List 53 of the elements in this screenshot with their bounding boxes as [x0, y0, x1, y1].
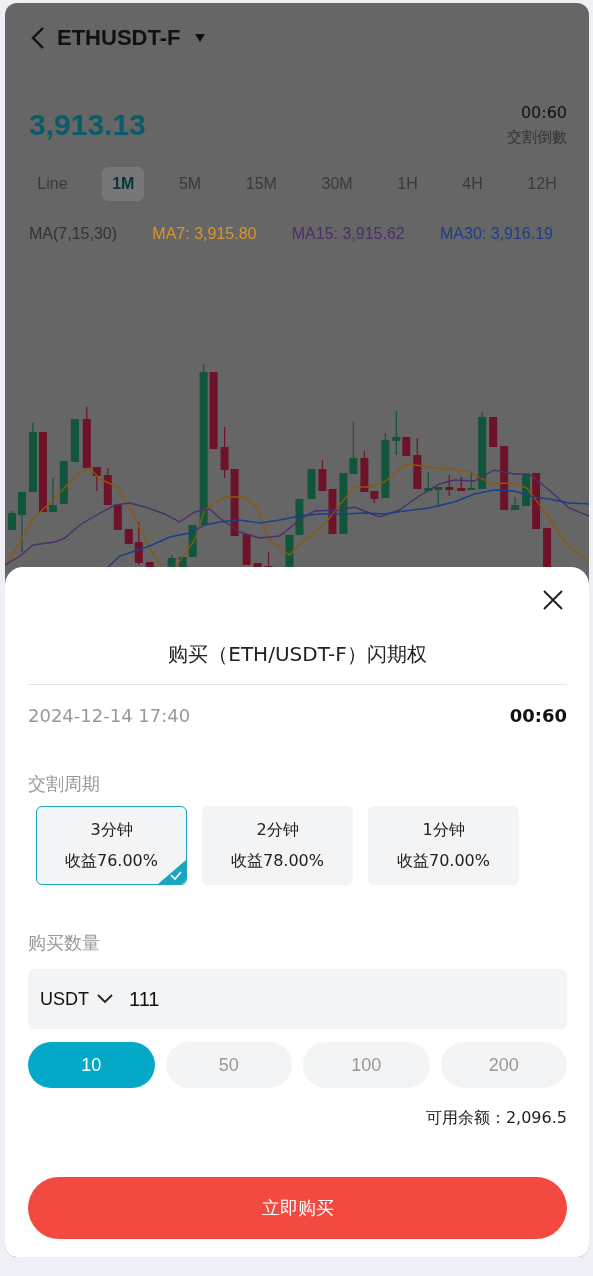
- candle: [242, 533, 251, 566]
- candle: [413, 437, 422, 490]
- period-option[interactable]: 2分钟 收益78.00%: [202, 806, 353, 885]
- currency-selector[interactable]: USDT: [40, 988, 89, 1010]
- amount-preset[interactable]: 200: [440, 1042, 567, 1088]
- available-balance: 可用余额：2,096.5: [425, 1108, 567, 1129]
- sheet-title: 购买（ETH/USDT-F）闪期权: [28, 641, 567, 685]
- section-label: 交割周期: [28, 772, 101, 796]
- close-icon[interactable]: [542, 589, 564, 611]
- section-label: 购买数量: [28, 931, 101, 955]
- candle: [220, 426, 229, 479]
- candle: [489, 416, 498, 448]
- candle: [70, 418, 79, 463]
- candle: [8, 510, 16, 531]
- indicator-value: MA15: 3,915.62: [291, 225, 405, 243]
- dropdown-caret-icon[interactable]: [194, 33, 207, 43]
- candle: [18, 491, 26, 553]
- check-icon: [158, 860, 186, 884]
- amount-field[interactable]: USDT 111: [28, 969, 567, 1029]
- current-price: 3,913.13: [29, 108, 146, 142]
- candle: [230, 468, 239, 537]
- candle: [28, 422, 37, 493]
- timeframe-tab[interactable]: 1M: [102, 167, 145, 201]
- amount-preset[interactable]: 50: [165, 1042, 292, 1088]
- candle: [511, 496, 520, 511]
- candle: [543, 527, 552, 567]
- period-option[interactable]: 3分钟 收益76.00%: [36, 806, 187, 885]
- candle: [328, 488, 337, 535]
- indicator-value: MA7: 3,915.80: [152, 225, 257, 243]
- candle: [339, 472, 348, 535]
- buy-button[interactable]: 立即购买: [28, 1177, 567, 1239]
- period-option[interactable]: 1分钟 收益70.00%: [368, 806, 519, 885]
- chevron-down-icon[interactable]: [97, 994, 113, 1004]
- candle: [59, 460, 68, 505]
- amount-preset[interactable]: 100: [303, 1042, 430, 1088]
- candle: [457, 476, 466, 492]
- timer-text: 00:60: [509, 705, 567, 726]
- candle: [424, 471, 433, 492]
- candle: [381, 432, 390, 499]
- back-icon[interactable]: [31, 26, 45, 50]
- candle: [307, 468, 316, 500]
- candle: [500, 445, 509, 511]
- candle: [295, 498, 304, 536]
- candle: [318, 459, 327, 492]
- amount-preset[interactable]: 10: [28, 1042, 155, 1088]
- symbol-title[interactable]: ETHUSDT-F: [57, 25, 181, 51]
- candle: [445, 474, 454, 497]
- date-text: 2024-12-14 17:40: [28, 705, 191, 726]
- candle: [434, 486, 443, 508]
- indicator-value: MA30: 3,916.19: [440, 225, 553, 243]
- candle: [467, 471, 476, 491]
- candle: [349, 421, 358, 475]
- countdown-time: 00:60: [520, 103, 567, 122]
